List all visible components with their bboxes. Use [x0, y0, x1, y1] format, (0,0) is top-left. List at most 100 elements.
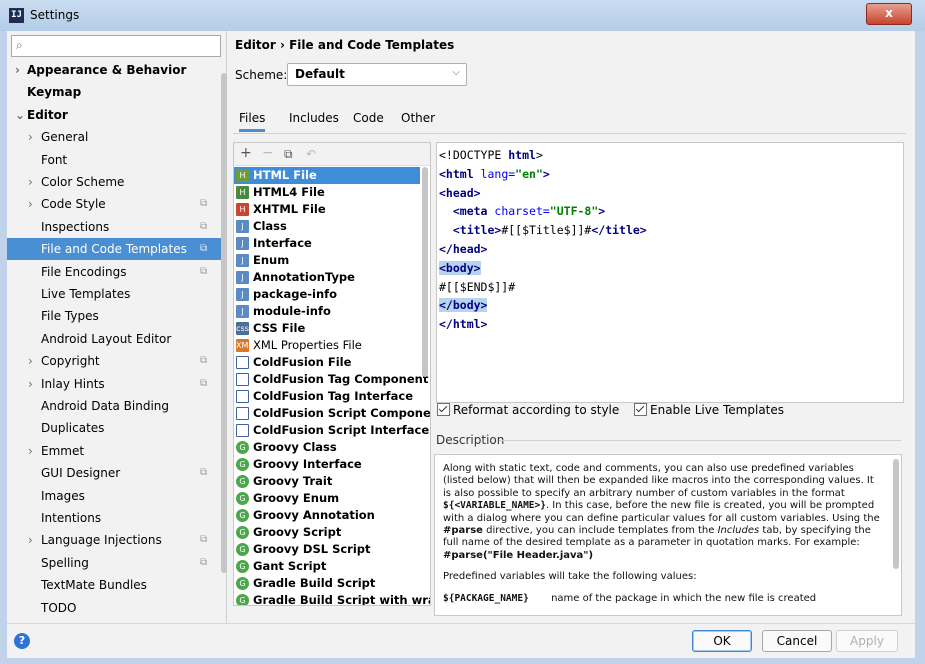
- template-item[interactable]: Jpackage-info: [234, 286, 420, 303]
- template-toolbar: + − ⧉ ↶: [234, 143, 430, 166]
- ok-button[interactable]: OK: [692, 630, 752, 652]
- sidebar-item[interactable]: File Types: [7, 305, 225, 327]
- scheme-dropdown[interactable]: Default ⌵: [287, 63, 467, 86]
- template-name: ColdFusion Script Interface: [253, 423, 430, 437]
- sidebar-item[interactable]: › Appearance & Behavior: [7, 59, 225, 81]
- description-divider: [499, 440, 901, 441]
- remove-template-icon[interactable]: −: [262, 145, 274, 161]
- template-item[interactable]: H HTML File: [234, 167, 420, 184]
- template-code-editor[interactable]: <!DOCTYPE html> <html lang="en"> <head> <m…: [436, 142, 904, 403]
- tab-files[interactable]: Files: [239, 111, 266, 132]
- enable-live-templates-checkbox[interactable]: Enable Live Templates: [634, 403, 784, 417]
- template-item[interactable]: XML XML Properties File: [234, 337, 420, 354]
- reformat-checkbox[interactable]: Reformat according to style: [437, 403, 619, 417]
- template-item[interactable]: G Groovy Script: [234, 524, 420, 541]
- chevron-right-icon[interactable]: ›: [28, 193, 33, 215]
- help-icon[interactable]: ?: [14, 633, 30, 649]
- chevron-right-icon[interactable]: ›: [28, 126, 33, 148]
- template-item[interactable]: G Groovy Interface: [234, 456, 420, 473]
- template-item[interactable]: G Groovy DSL Script: [234, 541, 420, 558]
- code-token: <title>: [452, 223, 502, 238]
- sidebar-item[interactable]: › Language Injections ⧉: [7, 529, 225, 551]
- sidebar-item-label: Code Style: [41, 197, 106, 212]
- groovy-file-icon: G: [236, 543, 249, 556]
- description-scrollbar[interactable]: [893, 459, 899, 569]
- sidebar-item[interactable]: › Color Scheme: [7, 171, 225, 193]
- sidebar-item[interactable]: › General: [7, 126, 225, 148]
- template-item[interactable]: G Groovy Class: [234, 439, 420, 456]
- chevron-right-icon[interactable]: ›: [28, 350, 33, 372]
- template-item[interactable]: cf ColdFusion Tag Component: [234, 371, 428, 388]
- sidebar-item[interactable]: Live Templates: [7, 283, 225, 305]
- template-item[interactable]: J Enum: [234, 252, 420, 269]
- chevron-right-icon[interactable]: ›: [28, 373, 33, 395]
- template-item[interactable]: Jmodule-info: [234, 303, 420, 320]
- template-item[interactable]: cf ColdFusion File: [234, 354, 420, 371]
- template-item[interactable]: css CSS File: [234, 320, 420, 337]
- template-name: Enum: [253, 253, 290, 267]
- java-file-icon: J: [236, 220, 249, 233]
- template-item[interactable]: G Groovy Trait: [234, 473, 420, 490]
- chevron-right-icon[interactable]: ›: [28, 171, 33, 193]
- sidebar-item[interactable]: TODO: [7, 597, 225, 619]
- sidebar-item-label: Appearance & Behavior: [27, 63, 187, 77]
- template-item[interactable]: H XHTML File: [234, 201, 420, 218]
- close-button[interactable]: x: [866, 3, 912, 25]
- chevron-right-icon[interactable]: ›: [28, 440, 33, 462]
- sidebar-item-label: File Types: [41, 309, 99, 324]
- template-item[interactable]: J AnnotationType: [234, 269, 420, 286]
- template-item[interactable]: G Gradle Build Script: [234, 575, 420, 592]
- apply-button[interactable]: Apply: [836, 630, 898, 652]
- tab-code[interactable]: Code: [353, 111, 384, 125]
- template-item[interactable]: J Class: [234, 218, 420, 235]
- sidebar-item[interactable]: › Copyright ⧉: [7, 350, 225, 372]
- chevron-right-icon[interactable]: ›: [28, 529, 33, 551]
- settings-search-input[interactable]: ⌕: [11, 35, 221, 57]
- sidebar-item[interactable]: › Emmet: [7, 440, 225, 462]
- template-item[interactable]: cf ColdFusion Script Component: [234, 405, 430, 422]
- template-item[interactable]: cf ColdFusion Script Interface: [234, 422, 429, 439]
- template-item[interactable]: J Interface: [234, 235, 420, 252]
- template-item[interactable]: G Groovy Annotation: [234, 507, 420, 524]
- chevron-right-icon[interactable]: ›: [15, 59, 20, 81]
- chevron-down-icon[interactable]: ⌄: [15, 104, 25, 126]
- sidebar-item[interactable]: Android Layout Editor: [7, 328, 225, 350]
- copy-template-icon[interactable]: ⧉: [284, 147, 293, 162]
- cf-file-icon: cf: [236, 424, 249, 437]
- sidebar-item[interactable]: Intentions: [7, 507, 225, 529]
- sidebar-item[interactable]: ⌄ Editor: [7, 104, 225, 126]
- scheme-value: Default: [295, 67, 345, 81]
- reset-template-icon[interactable]: ↶: [306, 147, 316, 161]
- add-template-icon[interactable]: +: [240, 145, 252, 161]
- template-item[interactable]: G Gant Script: [234, 558, 420, 575]
- main-panel: Editor › File and Code Templates Scheme:…: [227, 31, 915, 623]
- tab-includes[interactable]: Includes: [289, 111, 339, 125]
- chevron-down-icon: ⌵: [452, 67, 460, 78]
- sidebar-item[interactable]: Android Data Binding: [7, 395, 225, 417]
- sidebar-item[interactable]: Inspections ⧉: [7, 216, 225, 238]
- sidebar-item[interactable]: › Code Style ⧉: [7, 193, 225, 215]
- sidebar-item[interactable]: › Inlay Hints ⧉: [7, 373, 225, 395]
- template-item[interactable]: cf ColdFusion Tag Interface: [234, 388, 420, 405]
- sidebar-item[interactable]: TextMate Bundles: [7, 574, 225, 596]
- code-token: <!DOCTYPE: [439, 148, 509, 162]
- code-line: <meta charset="UTF-8">: [439, 202, 605, 221]
- sidebar-item[interactable]: Font: [7, 149, 225, 171]
- template-item[interactable]: G Gradle Build Script with wrappe: [234, 592, 430, 605]
- template-item[interactable]: H HTML4 File: [234, 184, 420, 201]
- template-item[interactable]: G Groovy Enum: [234, 490, 420, 507]
- sidebar-item[interactable]: GUI Designer ⧉: [7, 462, 225, 484]
- tab-other[interactable]: Other: [401, 111, 435, 125]
- sidebar-item[interactable]: Images: [7, 485, 225, 507]
- sidebar-item[interactable]: File and Code Templates ⧉: [7, 238, 225, 261]
- cancel-button[interactable]: Cancel: [762, 630, 832, 652]
- sidebar-item-label: Spelling: [41, 555, 89, 570]
- template-list-scrollbar[interactable]: [422, 167, 428, 377]
- code-line: </head>: [439, 240, 487, 259]
- code-line: </html>: [439, 315, 487, 334]
- sidebar-item[interactable]: File Encodings ⧉: [7, 261, 225, 283]
- sidebar-item[interactable]: Spelling ⧉: [7, 552, 225, 574]
- java-file-icon: J: [236, 305, 249, 318]
- sidebar-item[interactable]: Duplicates: [7, 417, 225, 439]
- sidebar-item[interactable]: Keymap: [7, 81, 225, 103]
